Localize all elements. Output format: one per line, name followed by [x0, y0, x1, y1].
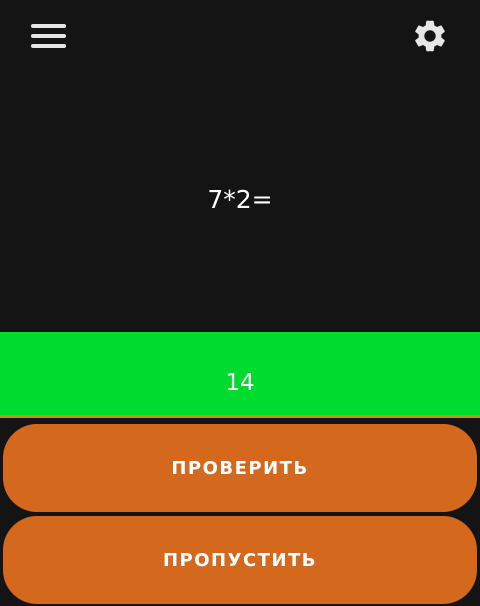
settings-button[interactable] — [404, 10, 456, 62]
question-panel: 7*2= — [0, 0, 480, 332]
question-text: 7*2= — [207, 185, 273, 214]
answer-value: 14 — [225, 370, 255, 396]
check-button[interactable]: ПРОВЕРИТЬ — [3, 424, 477, 512]
skip-button[interactable]: ПРОПУСТИТЬ — [3, 516, 477, 604]
app-screen: 7*2= 14 ПРОВЕРИТЬ ПРОПУСТИТЬ — [0, 0, 480, 606]
gear-icon — [415, 20, 445, 52]
menu-button[interactable] — [22, 14, 74, 58]
answer-field[interactable]: 14 — [0, 332, 480, 418]
hamburger-menu-icon — [30, 24, 66, 48]
